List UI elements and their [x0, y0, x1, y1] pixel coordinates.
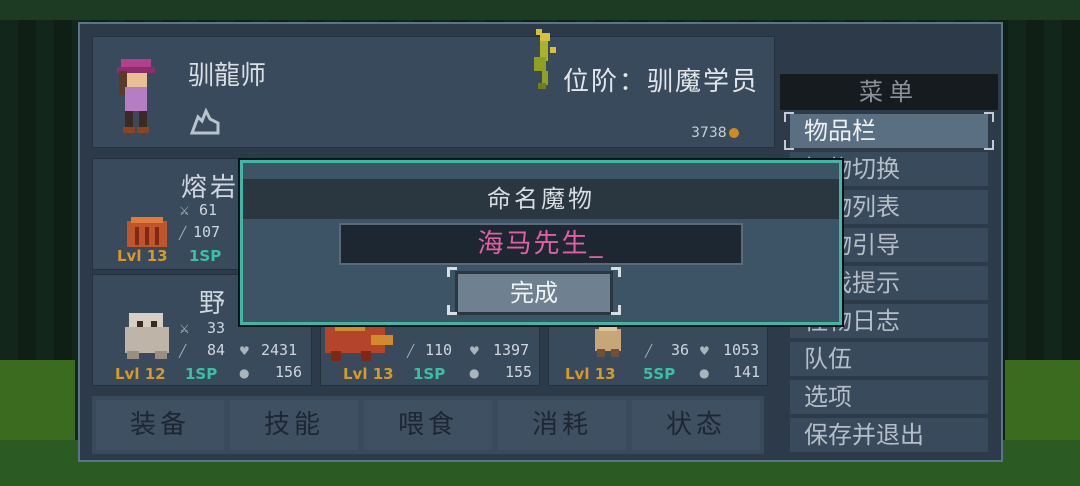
done-button[interactable]: 完成	[455, 271, 613, 315]
mp-stat: 155	[505, 363, 533, 381]
menu-item-inventory[interactable]: 物品栏	[790, 114, 988, 148]
button-corner-br	[611, 305, 621, 315]
mana-icon: ●	[239, 366, 250, 380]
magic-stat: 110	[425, 341, 453, 359]
sword-icon: ⚔	[179, 322, 190, 336]
menu-item-options[interactable]: 选项	[790, 380, 988, 414]
level-label: Lvl 13	[565, 365, 616, 383]
sp-label: 1SP	[189, 247, 222, 265]
tab-equipment[interactable]: 装备	[96, 400, 224, 450]
mp-stat: 156	[275, 363, 303, 381]
sp-label: 1SP	[185, 365, 218, 383]
level-label: Lvl 13	[343, 365, 394, 383]
monster-name-input[interactable]: 海马先生_	[339, 223, 743, 265]
wand-icon: ╱	[645, 344, 653, 358]
magic-stat: 36	[671, 341, 690, 359]
level-label: Lvl 13	[117, 247, 168, 265]
wand-icon: ╱	[407, 344, 415, 358]
level-label: Lvl 12	[115, 365, 166, 383]
selection-corner-tl	[784, 112, 794, 122]
moss-left	[0, 360, 75, 440]
monster-name: 熔岩	[181, 173, 240, 203]
player-name: 驯龍师	[188, 61, 267, 91]
button-corner-bl	[447, 305, 457, 315]
magic-stat: 107	[193, 223, 221, 241]
tab-skills[interactable]: 技能	[230, 400, 358, 450]
hp-stat: 2431	[261, 341, 298, 359]
moss-right	[1005, 360, 1080, 440]
heart-icon: ♥	[239, 344, 250, 358]
monster-sprite	[125, 313, 169, 359]
heart-icon: ♥	[469, 344, 480, 358]
player-panel: 驯龍师 位阶：驯魔学员 3738	[92, 29, 775, 148]
sp-label: 5SP	[643, 365, 676, 383]
menu-item-party[interactable]: 队伍	[790, 342, 988, 376]
wand-icon: ╱	[179, 344, 187, 358]
name-monster-dialog: 命名魔物 海马先生_ 完成	[240, 160, 842, 325]
menu-item-save-quit[interactable]: 保存并退出	[790, 418, 988, 452]
player-avatar	[117, 59, 155, 133]
mp-stat: 141	[733, 363, 761, 381]
heart-icon: ♥	[699, 344, 710, 358]
attack-stat: 33	[207, 319, 226, 337]
magic-stat: 84	[207, 341, 226, 359]
gold-amount: 3738	[691, 125, 727, 141]
tab-feed[interactable]: 喂食	[364, 400, 492, 450]
hp-stat: 1397	[493, 341, 530, 359]
mana-icon: ●	[699, 366, 710, 380]
sword-icon: ⚔	[179, 204, 190, 218]
hp-stat: 1053	[723, 341, 760, 359]
button-corner-tl	[447, 267, 457, 277]
gold-counter: 3738	[691, 125, 739, 141]
wand-icon: ╱	[179, 226, 187, 240]
mana-icon: ●	[469, 366, 480, 380]
monster-name: 野	[199, 289, 229, 319]
selection-corner-tr	[984, 112, 994, 122]
gold-coin-icon	[728, 128, 739, 138]
seahorse-rank-icon	[534, 29, 556, 89]
action-tab-bar: 装备 技能 喂食 消耗 状态	[92, 396, 764, 454]
button-corner-tr	[611, 267, 621, 277]
selection-corner-br	[984, 140, 994, 150]
sp-label: 1SP	[413, 365, 446, 383]
attack-stat: 61	[199, 201, 218, 219]
tab-status[interactable]: 状态	[632, 400, 760, 450]
moss-top	[0, 0, 1080, 20]
dialog-title: 命名魔物	[243, 179, 839, 219]
tab-consume[interactable]: 消耗	[498, 400, 626, 450]
selection-corner-bl	[784, 140, 794, 150]
rank-label: 位阶：驯魔学员	[563, 67, 760, 97]
mount-icon	[188, 105, 222, 137]
monster-sprite	[595, 325, 621, 357]
menu-title: 菜单	[780, 74, 998, 110]
